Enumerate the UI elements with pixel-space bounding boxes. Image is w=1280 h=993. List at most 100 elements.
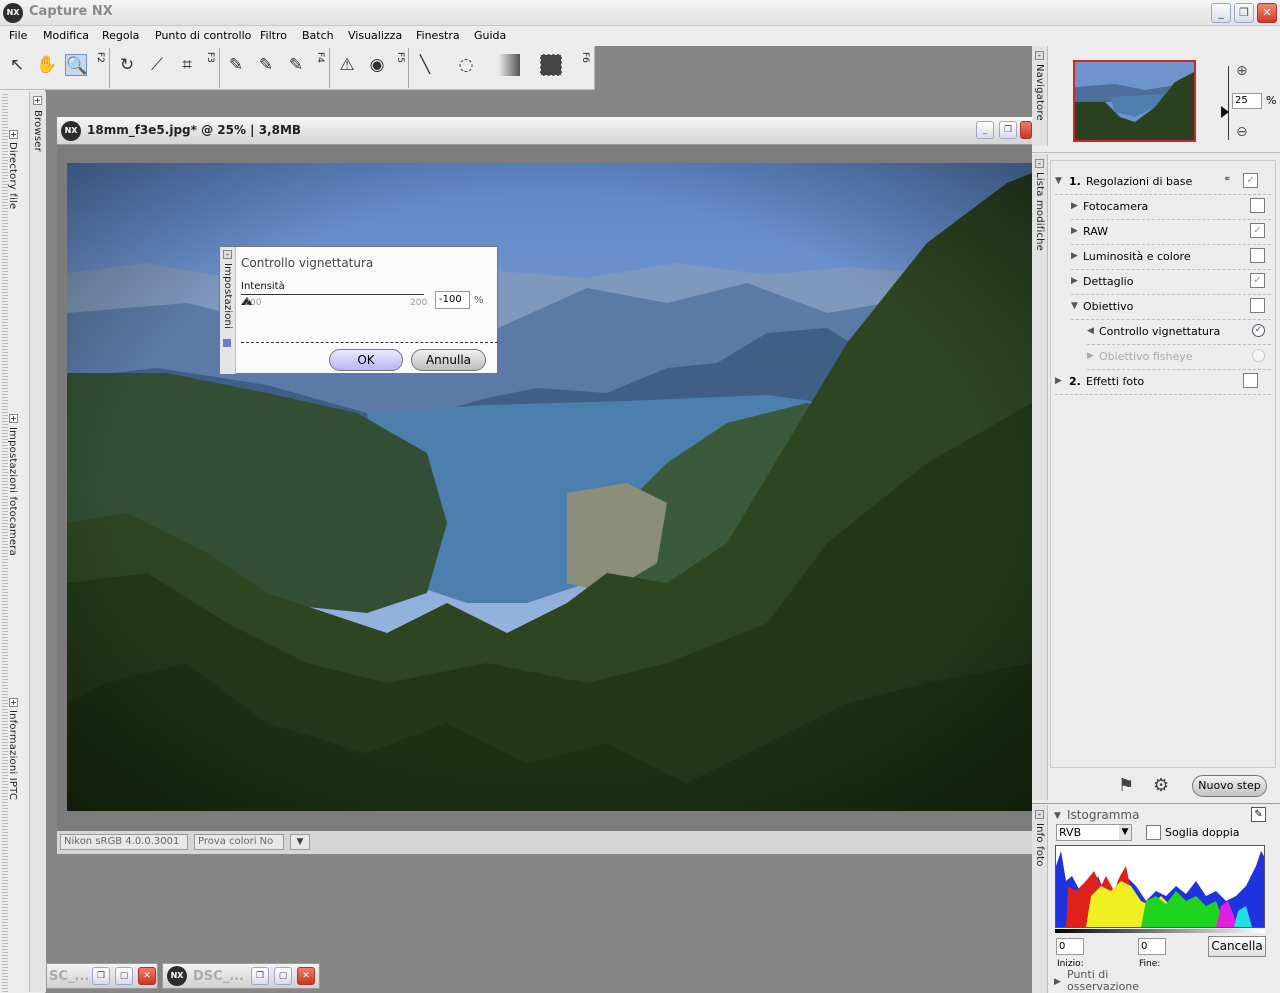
tab-impostazioni[interactable]: Impostazioni: [222, 263, 233, 329]
section-dettaglio[interactable]: ▶ Dettaglio ✓: [1071, 271, 1271, 295]
gradient-icon[interactable]: [498, 54, 520, 76]
collapse-icon[interactable]: -: [1035, 159, 1044, 168]
tab-directory-file[interactable]: Directory file: [7, 142, 18, 209]
step-effetti-foto[interactable]: ▶ 2. Effetti foto: [1055, 371, 1271, 395]
ok-button[interactable]: OK: [329, 349, 403, 371]
hand-icon[interactable]: ✋: [36, 54, 58, 76]
fill-icon[interactable]: [540, 54, 562, 76]
close-icon[interactable]: ✕: [138, 967, 156, 985]
zoom-in-icon[interactable]: ⊕: [1236, 63, 1248, 79]
red-eye-icon[interactable]: ⚠: [336, 54, 358, 76]
section-checkbox[interactable]: [1250, 298, 1265, 313]
cancel-histogram-button[interactable]: Cancella: [1208, 936, 1266, 957]
chevron-down-icon[interactable]: ▼: [290, 834, 310, 850]
zoom-out-icon[interactable]: ⊖: [1236, 124, 1248, 140]
flag-icon[interactable]: ⚑: [1118, 775, 1134, 796]
close-icon[interactable]: ✕: [297, 967, 315, 985]
menu-file[interactable]: File: [9, 29, 27, 42]
restore-icon[interactable]: ❐: [251, 967, 269, 985]
menu-filtro[interactable]: Filtro: [260, 29, 287, 42]
maximize-icon[interactable]: ▢: [274, 967, 292, 985]
menu-batch[interactable]: Batch: [302, 29, 334, 42]
black-point-icon[interactable]: ✎: [225, 54, 247, 76]
doc-minimize-button[interactable]: _: [976, 121, 994, 139]
photo-image[interactable]: [67, 163, 1032, 811]
brush-icon[interactable]: ╲: [414, 54, 436, 76]
zoom-input[interactable]: 25: [1232, 93, 1262, 109]
expand-icon[interactable]: +: [9, 414, 18, 423]
collapse-icon[interactable]: -: [1035, 51, 1044, 60]
radio-checked-icon[interactable]: ✓: [1252, 324, 1265, 337]
maximize-icon[interactable]: ▢: [115, 967, 133, 985]
section-obiettivo[interactable]: ▼ Obiettivo: [1071, 296, 1271, 320]
observation-points-header[interactable]: Punti di osservazione: [1067, 969, 1139, 993]
section-raw[interactable]: ▶ RAW ✓: [1071, 221, 1271, 245]
menu-modifica[interactable]: Modifica: [43, 29, 89, 42]
tab-info-foto[interactable]: Info foto: [1034, 823, 1045, 867]
item-controllo-vignettatura[interactable]: ◀ Controllo vignettatura ✓: [1087, 321, 1271, 345]
tab-impostazioni-fotocamera[interactable]: Impostazioni fotocamera: [7, 427, 18, 556]
crop-icon[interactable]: ⌗: [176, 54, 198, 76]
step-checkbox[interactable]: ✓: [1243, 173, 1258, 188]
section-checkbox[interactable]: [1250, 198, 1265, 213]
menu-finestra[interactable]: Finestra: [416, 29, 460, 42]
restore-icon[interactable]: ❐: [92, 967, 110, 985]
menu-guida[interactable]: Guida: [474, 29, 506, 42]
step-checkbox[interactable]: [1243, 373, 1258, 388]
start-input[interactable]: 0: [1056, 938, 1084, 955]
minimized-doc-1[interactable]: SC_... ❐ ▢ ✕: [46, 963, 158, 989]
collapse-icon[interactable]: -: [223, 250, 232, 259]
zoom-icon[interactable]: 🔍: [65, 54, 87, 76]
tab-informazioni-iptc[interactable]: Informazioni IPTC: [7, 710, 18, 800]
gear-icon[interactable]: ⚙: [1153, 775, 1169, 796]
step-regolazioni-di-base[interactable]: ▼ 1. Regolazioni di base ⚭ ✓: [1055, 171, 1271, 195]
zoom-slider[interactable]: [1228, 66, 1229, 140]
expand-icon[interactable]: +: [33, 96, 42, 105]
cancel-button[interactable]: Annulla: [411, 349, 486, 371]
restore-button[interactable]: ❐: [1234, 3, 1254, 23]
eye-icon[interactable]: ◉: [366, 54, 388, 76]
zoom-thumb-icon[interactable]: [1221, 106, 1229, 118]
tab-navigatore[interactable]: Navigatore: [1034, 64, 1045, 121]
expand-icon[interactable]: +: [9, 130, 18, 139]
close-button[interactable]: ✕: [1257, 3, 1277, 23]
section-luminosita-e-colore[interactable]: ▶ Luminosità e colore: [1071, 246, 1271, 270]
collapse-icon[interactable]: -: [1035, 810, 1044, 819]
section-checkbox[interactable]: ✓: [1250, 223, 1265, 238]
resize-icon[interactable]: [223, 339, 231, 347]
end-label: Fine:: [1139, 959, 1161, 969]
double-threshold-checkbox[interactable]: [1146, 825, 1161, 840]
navigator-thumbnail[interactable]: [1073, 60, 1196, 142]
tab-browser[interactable]: Browser: [32, 110, 43, 152]
doc-close-button[interactable]: [1020, 121, 1032, 139]
link-icon[interactable]: ⚭: [1223, 174, 1231, 185]
arrow-icon[interactable]: ↖: [6, 54, 28, 76]
new-step-button[interactable]: Nuovo step: [1192, 775, 1267, 797]
menu-visualizza[interactable]: Visualizza: [348, 29, 402, 42]
end-input[interactable]: 0: [1138, 938, 1166, 955]
menu-regola[interactable]: Regola: [102, 29, 139, 42]
minimize-button[interactable]: _: [1211, 3, 1231, 23]
item-obiettivo-fisheye[interactable]: ▶ Obiettivo fisheye: [1087, 346, 1271, 370]
tab-lista-modifiche[interactable]: Lista modifiche: [1034, 172, 1045, 251]
rotate-icon[interactable]: ↻: [116, 54, 138, 76]
intensity-input[interactable]: -100: [435, 291, 470, 309]
neutral-point-icon[interactable]: ✎: [255, 54, 277, 76]
histogram-graph[interactable]: [1055, 845, 1265, 928]
section-checkbox[interactable]: [1250, 248, 1265, 263]
intensity-slider[interactable]: [241, 294, 424, 295]
lasso-icon[interactable]: ◌: [455, 54, 477, 76]
section-fotocamera[interactable]: ▶ Fotocamera: [1071, 196, 1271, 220]
image-canvas[interactable]: [57, 145, 1032, 831]
section-checkbox[interactable]: ✓: [1250, 273, 1265, 288]
eyedropper-icon[interactable]: ✎: [1251, 807, 1266, 822]
doc-restore-button[interactable]: ❐: [999, 121, 1017, 139]
white-point-icon[interactable]: ✎: [285, 54, 307, 76]
document-title-bar[interactable]: NX 18mm_f3e5.jpg* @ 25% | 3,8MB _ ❐: [57, 117, 1032, 145]
radio-icon[interactable]: [1252, 349, 1265, 362]
expand-icon[interactable]: +: [9, 698, 18, 707]
straighten-icon[interactable]: ⟋: [146, 54, 168, 76]
minimized-doc-2[interactable]: NX DSC_... ❐ ▢ ✕: [162, 963, 320, 989]
menu-punto-di-controllo[interactable]: Punto di controllo: [155, 29, 251, 42]
chevron-down-icon[interactable]: ▼: [1119, 825, 1131, 840]
